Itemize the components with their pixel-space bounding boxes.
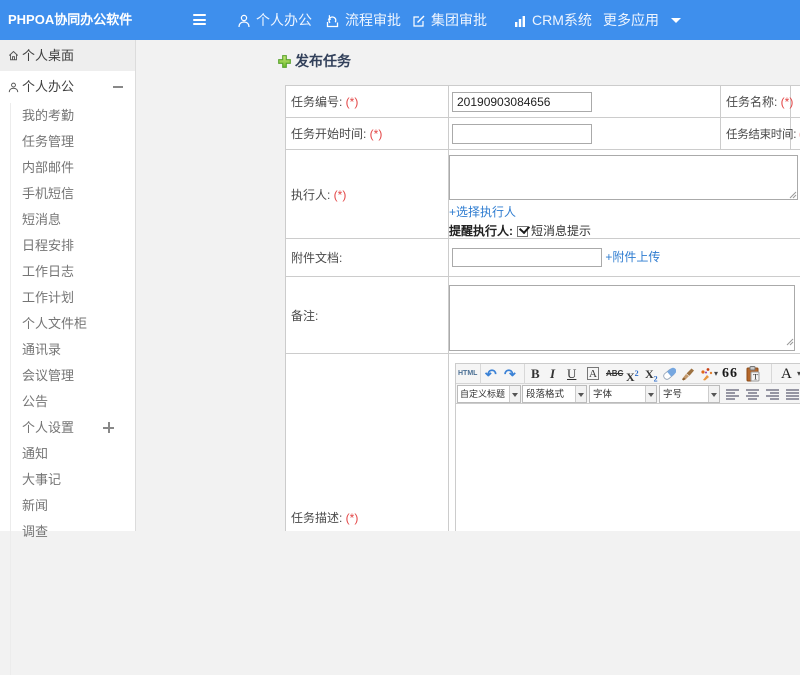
svg-text:T: T xyxy=(753,372,759,382)
